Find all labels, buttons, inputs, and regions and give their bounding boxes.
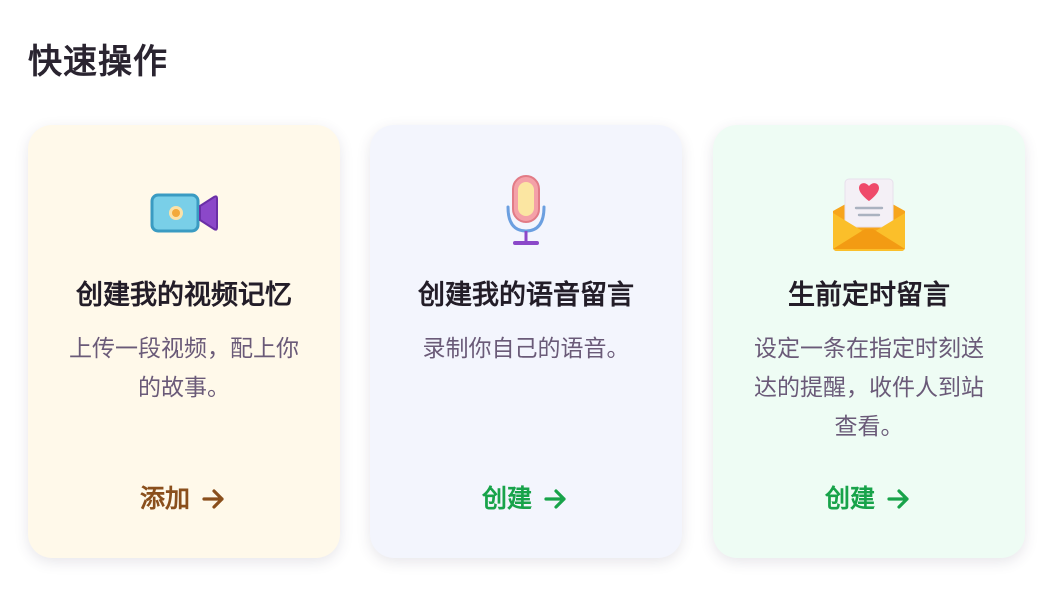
create-scheduled-button[interactable]: 创建 <box>713 479 1025 519</box>
card-description: 设定一条在指定时刻送达的提醒，收件人到站查看。 <box>754 336 984 440</box>
section-title: 快速操作 <box>28 42 168 82</box>
card-voice-message[interactable]: 创建我的语音留言 录制你自己的语音。 创建 <box>370 125 682 558</box>
card-title: 创建我的视频记忆 <box>76 280 292 311</box>
card-title: 创建我的语音留言 <box>418 280 634 311</box>
card-description: 录制你自己的语音。 <box>422 336 630 362</box>
microphone-icon <box>486 173 566 253</box>
love-letter-icon <box>829 173 909 253</box>
quick-action-cards: 创建我的视频记忆 上传一段视频，配上你的故事。 添加 创建我的语音留言 录制你自… <box>28 125 1025 558</box>
action-label: 创建 <box>481 484 532 513</box>
arrow-right-icon <box>200 485 228 513</box>
action-label: 创建 <box>824 484 875 513</box>
video-camera-icon <box>144 173 224 253</box>
action-label: 添加 <box>139 484 190 513</box>
create-voice-button[interactable]: 创建 <box>370 479 682 519</box>
card-description: 上传一段视频，配上你的故事。 <box>69 336 299 401</box>
arrow-right-icon <box>885 485 913 513</box>
add-video-button[interactable]: 添加 <box>28 479 340 519</box>
card-video-memory[interactable]: 创建我的视频记忆 上传一段视频，配上你的故事。 添加 <box>28 125 340 558</box>
quick-actions-page: 快速操作 创建我的视频记忆 上传一段视频，配上你的故事。 添加 创建我的语音留言… <box>0 0 1052 612</box>
card-scheduled-message[interactable]: 生前定时留言 设定一条在指定时刻送达的提醒，收件人到站查看。 创建 <box>713 125 1025 558</box>
card-title: 生前定时留言 <box>788 280 950 311</box>
arrow-right-icon <box>542 485 570 513</box>
